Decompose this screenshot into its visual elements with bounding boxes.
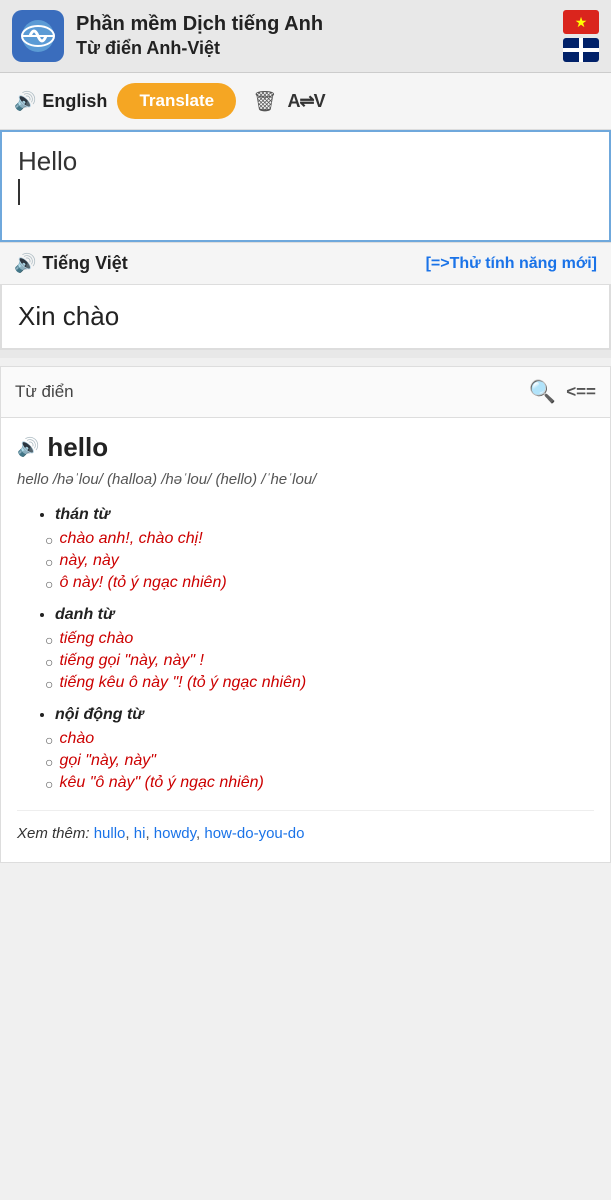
app-title: Phần mềm Dịch tiếng Anh Từ điển Anh-Việt xyxy=(76,11,563,60)
dict-meaning-item: ○ ô này! (tỏ ý ngạc nhiên) xyxy=(17,574,594,592)
dict-meaning-item: ○ tiếng kêu ô này "! (tỏ ý ngạc nhiên) xyxy=(17,674,594,692)
toolbar: 🔊 English Translate 🗑 A⇌V xyxy=(0,73,611,130)
dict-meaning-text: kêu "ô này" (tỏ ý ngạc nhiên) xyxy=(59,774,263,792)
input-area: Hello xyxy=(0,130,611,242)
trash-icon: 🗑 xyxy=(252,89,277,114)
dict-pos-2: nội động từ xyxy=(55,706,594,724)
flag-container xyxy=(563,10,599,62)
source-language-button[interactable]: 🔊 English xyxy=(14,91,107,112)
dictionary-content: 🔊 hello hello /həˈlou/ (halloa) /həˈlou/… xyxy=(1,418,610,862)
dictionary-label: Từ điển xyxy=(15,382,74,402)
dict-meaning-text: tiếng chào xyxy=(59,630,133,648)
source-text-input[interactable]: Hello xyxy=(18,146,593,226)
dict-meaning-item: ○ kêu "ô này" (tỏ ý ngạc nhiên) xyxy=(17,774,594,792)
bullet-icon: ○ xyxy=(45,654,53,670)
dict-pos-0: thán từ xyxy=(55,506,594,524)
dict-meanings-0: ○ chào anh!, chào chị! ○ này, này ○ ô nà… xyxy=(17,530,594,592)
dict-meaning-item: ○ gọi "này, này" xyxy=(17,752,594,770)
dict-meaning-text: chào xyxy=(59,730,94,748)
clear-button[interactable]: 🗑 xyxy=(252,89,277,114)
flag-vietnam[interactable] xyxy=(563,10,599,34)
dict-meaning-text: này, này xyxy=(59,552,118,570)
app-logo xyxy=(12,10,64,62)
bullet-icon: ○ xyxy=(45,576,53,592)
try-feature-link[interactable]: [=>Thử tính năng mới] xyxy=(426,255,597,273)
dictionary-header: Từ điển 🔍 <== xyxy=(1,367,610,418)
translate-button[interactable]: Translate xyxy=(117,83,236,119)
see-also-link-1[interactable]: hi xyxy=(134,825,146,842)
dictionary-search-icon[interactable]: 🔍 xyxy=(529,379,556,405)
dict-speaker-icon[interactable]: 🔊 xyxy=(17,437,39,458)
dict-phonetic: hello /həˈlou/ (halloa) /həˈlou/ (hello)… xyxy=(17,469,594,492)
bullet-icon: ○ xyxy=(45,754,53,770)
see-also-section: Xem thêm: hullo, hi, howdy, how-do-you-d… xyxy=(17,810,594,842)
dict-word-header: 🔊 hello xyxy=(17,432,594,463)
app-header: Phần mềm Dịch tiếng Anh Từ điển Anh-Việt xyxy=(0,0,611,73)
app-title-line2: Từ điển Anh-Việt xyxy=(76,37,563,60)
bullet-icon: ○ xyxy=(45,554,53,570)
bullet-icon: ○ xyxy=(45,532,53,548)
dict-meaning-item: ○ tiếng gọi "này, này" ! xyxy=(17,652,594,670)
target-language-label: 🔊 Tiếng Việt xyxy=(14,253,128,274)
dict-pos-block-2: nội động từ ○ chào ○ gọi "này, này" ○ kê… xyxy=(17,706,594,792)
bullet-icon: ○ xyxy=(45,632,53,648)
dict-meaning-item: ○ tiếng chào xyxy=(17,630,594,648)
source-text-value: Hello xyxy=(18,146,77,176)
dict-meaning-text: tiếng kêu ô này "! (tỏ ý ngạc nhiên) xyxy=(59,674,306,692)
see-also-link-2[interactable]: howdy xyxy=(154,825,196,842)
target-language-bar: 🔊 Tiếng Việt [=>Thử tính năng mới] xyxy=(0,242,611,285)
see-also-label: Xem thêm: xyxy=(17,825,90,842)
dict-pos-block-0: thán từ ○ chào anh!, chào chị! ○ này, nà… xyxy=(17,506,594,592)
divider xyxy=(0,350,611,358)
dict-meaning-text: tiếng gọi "này, này" ! xyxy=(59,652,203,670)
target-lang-name: Tiếng Việt xyxy=(42,253,127,274)
dict-meaning-text: gọi "này, này" xyxy=(59,752,155,770)
speaker-icon: 🔊 xyxy=(14,91,36,112)
dictionary-section: Từ điển 🔍 <== 🔊 hello hello /həˈlou/ (ha… xyxy=(0,366,611,863)
target-speaker-icon[interactable]: 🔊 xyxy=(14,253,36,274)
bullet-icon: ○ xyxy=(45,676,53,692)
dict-meaning-item: ○ chào xyxy=(17,730,594,748)
translation-output: Xin chào xyxy=(0,285,611,350)
dict-meanings-2: ○ chào ○ gọi "này, này" ○ kêu "ô này" (t… xyxy=(17,730,594,792)
text-cursor xyxy=(18,179,20,205)
dict-meaning-text: ô này! (tỏ ý ngạc nhiên) xyxy=(59,574,226,592)
see-also-link-3[interactable]: how-do-you-do xyxy=(204,825,304,842)
app-title-line1: Phần mềm Dịch tiếng Anh xyxy=(76,11,563,37)
source-lang-label: English xyxy=(42,91,107,112)
dict-meanings-1: ○ tiếng chào ○ tiếng gọi "này, này" ! ○ … xyxy=(17,630,594,692)
see-also-link-0[interactable]: hullo xyxy=(94,825,126,842)
bullet-icon: ○ xyxy=(45,776,53,792)
swap-language-button[interactable]: A⇌V xyxy=(287,91,324,112)
dict-meaning-item: ○ này, này xyxy=(17,552,594,570)
dict-pos-1: danh từ xyxy=(55,606,594,624)
dict-meaning-text: chào anh!, chào chị! xyxy=(59,530,202,548)
bullet-icon: ○ xyxy=(45,732,53,748)
translated-text: Xin chào xyxy=(18,301,119,331)
dictionary-back-button[interactable]: <== xyxy=(566,382,596,402)
dict-pos-block-1: danh từ ○ tiếng chào ○ tiếng gọi "này, n… xyxy=(17,606,594,692)
dict-meaning-item: ○ chào anh!, chào chị! xyxy=(17,530,594,548)
dictionary-controls: 🔍 <== xyxy=(529,379,596,405)
flag-uk[interactable] xyxy=(563,38,599,62)
dict-word: hello xyxy=(47,432,108,463)
